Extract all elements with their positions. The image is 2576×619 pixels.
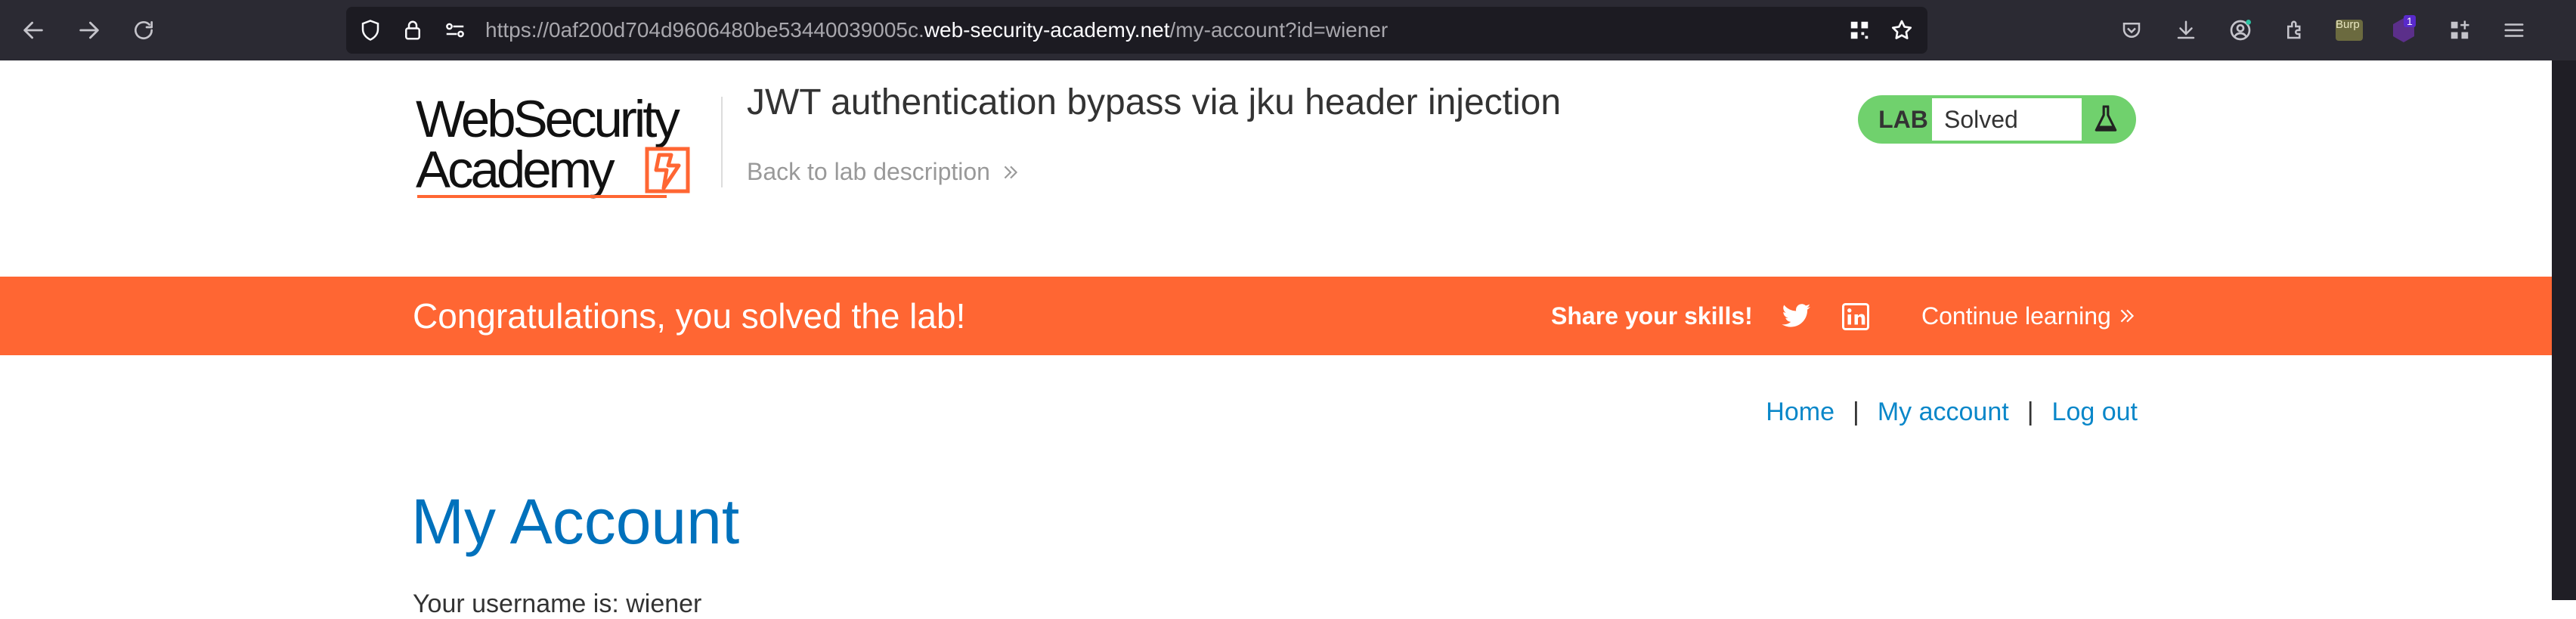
lab-status-badge: LAB Solved bbox=[1858, 95, 2136, 144]
share-label: Share your skills! bbox=[1551, 302, 1753, 330]
logo-line1: WebSecurity bbox=[416, 90, 680, 148]
nav-log-out-link[interactable]: Log out bbox=[2052, 398, 2138, 427]
twitter-icon[interactable] bbox=[1781, 301, 1813, 333]
back-link-label: Back to lab description bbox=[747, 158, 990, 185]
hackvertor-extension-icon[interactable]: 1 bbox=[2387, 14, 2420, 47]
extensions-grid-icon[interactable] bbox=[2443, 14, 2476, 47]
permissions-icon[interactable] bbox=[441, 17, 469, 44]
nav-separator: | bbox=[2026, 398, 2034, 426]
back-icon[interactable] bbox=[15, 12, 51, 48]
url-text[interactable]: https://0af200d704d9606480be53440039005c… bbox=[485, 7, 1388, 54]
nav-home-link[interactable]: Home bbox=[1766, 398, 1834, 427]
lightning-bolt-icon bbox=[645, 147, 690, 193]
account-icon[interactable] bbox=[2224, 14, 2257, 47]
congratulations-message: Congratulations, you solved the lab! bbox=[413, 296, 966, 336]
browser-toolbar: https://0af200d704d9606480be53440039005c… bbox=[0, 0, 2576, 60]
double-chevron-right-icon bbox=[1004, 166, 1018, 178]
continue-learning-link[interactable]: Continue learning bbox=[1921, 277, 2137, 355]
downloads-icon[interactable] bbox=[2169, 14, 2203, 47]
qr-code-icon[interactable] bbox=[1846, 17, 1873, 44]
academy-logo[interactable]: WebSecurity Academy bbox=[416, 89, 715, 203]
extensions-puzzle-icon[interactable] bbox=[2278, 14, 2311, 47]
back-to-lab-link[interactable]: Back to lab description bbox=[747, 158, 1020, 186]
lab-status-text: Solved bbox=[1932, 98, 2082, 141]
header-divider bbox=[721, 97, 723, 187]
url-bar[interactable]: https://0af200d704d9606480be53440039005c… bbox=[346, 7, 1927, 54]
flask-icon bbox=[2086, 101, 2126, 138]
account-nav: Home | My account | Log out bbox=[1766, 398, 2138, 427]
forward-icon[interactable] bbox=[71, 12, 107, 48]
page-title: My Account bbox=[411, 486, 740, 557]
burp-extension-icon[interactable]: Burp bbox=[2333, 14, 2366, 47]
lab-title: JWT authentication bypass via jku header… bbox=[747, 82, 1562, 122]
solved-banner: Congratulations, you solved the lab! Sha… bbox=[0, 277, 2552, 355]
nav-my-account-link[interactable]: My account bbox=[1878, 398, 2009, 427]
window-edge bbox=[2552, 60, 2576, 600]
pocket-icon[interactable] bbox=[2115, 14, 2148, 47]
burp-extension-label: Burp bbox=[2336, 18, 2360, 31]
menu-icon[interactable] bbox=[2497, 14, 2531, 47]
logo-line2: Academy bbox=[416, 141, 615, 199]
url-host: web-security-academy.net bbox=[924, 18, 1170, 42]
continue-learning-label: Continue learning bbox=[1921, 302, 2111, 330]
shield-icon[interactable] bbox=[357, 17, 384, 44]
username-text: Your username is: wiener bbox=[413, 590, 702, 618]
lock-icon[interactable] bbox=[399, 17, 426, 44]
linkedin-icon[interactable] bbox=[1840, 301, 1872, 333]
double-chevron-right-icon bbox=[2120, 309, 2134, 323]
lab-badge-label: LAB bbox=[1878, 106, 1928, 133]
url-prefix: https://0af200d704d9606480be53440039005c… bbox=[485, 18, 924, 42]
extension-badge: 1 bbox=[2404, 15, 2416, 27]
logo-underline bbox=[417, 195, 667, 198]
reload-icon[interactable] bbox=[125, 12, 162, 48]
url-path: /my-account?id=wiener bbox=[1169, 18, 1389, 42]
nav-separator: | bbox=[1853, 398, 1859, 426]
bookmark-star-icon[interactable] bbox=[1888, 17, 1915, 44]
